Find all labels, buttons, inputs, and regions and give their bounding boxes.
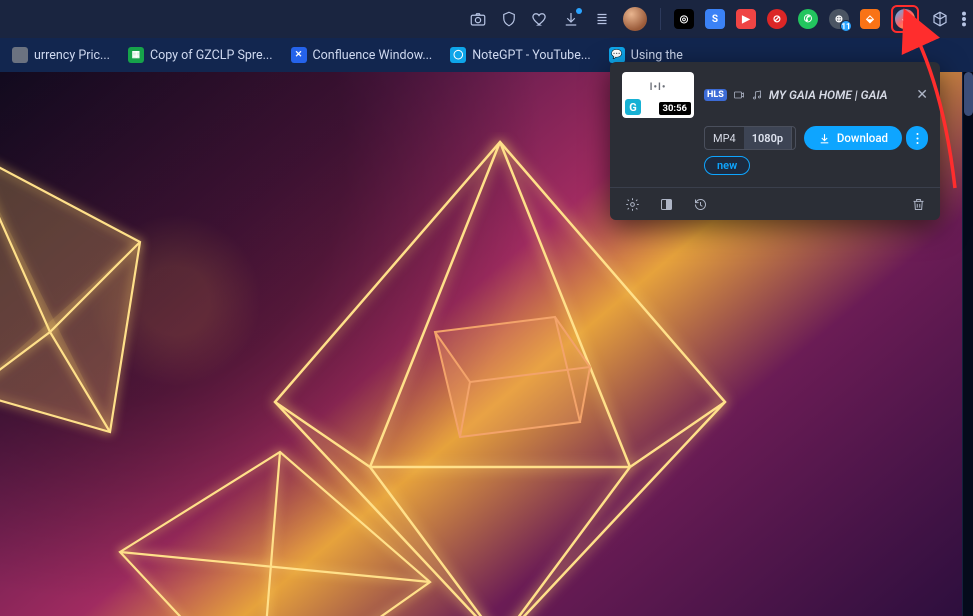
decoration-bottom-shape: [90, 432, 450, 616]
trash-icon[interactable]: [910, 196, 926, 212]
music-queue-icon[interactable]: [592, 9, 612, 29]
ext-video-downloader-highlight: ⬇: [891, 5, 919, 33]
bookmark-item[interactable]: ◯NoteGPT - YouTube...: [446, 43, 594, 67]
format-selector[interactable]: MP4 1080p: [704, 126, 796, 150]
toolbar-separator: [660, 8, 661, 30]
video-thumbnail[interactable]: I•I• G 30:56: [622, 72, 694, 118]
settings-icon[interactable]: [624, 196, 640, 212]
overflow-menu-icon[interactable]: [961, 9, 967, 29]
bookmark-label: Confluence Window...: [313, 48, 433, 63]
video-duration: 30:56: [659, 102, 691, 115]
ext-avast[interactable]: ⊕11: [829, 9, 849, 29]
close-icon[interactable]: ✕: [916, 88, 928, 102]
chevron-down-icon[interactable]: [791, 127, 796, 149]
ext-simplenote[interactable]: S: [705, 9, 725, 29]
hls-badge: HLS: [704, 89, 727, 101]
download-button[interactable]: Download: [804, 126, 902, 150]
video-title-row: HLS MY GAIA HOME | GAIA ✕: [704, 88, 928, 102]
ext-yt-enhancer[interactable]: ▶: [736, 9, 756, 29]
heart-icon[interactable]: [530, 9, 550, 29]
downloads-icon[interactable]: [561, 9, 581, 29]
profile-avatar[interactable]: [623, 7, 647, 31]
ext-avast-badge: 11: [840, 20, 852, 32]
scrollbar-thumb[interactable]: [964, 72, 973, 116]
camera-icon[interactable]: [468, 9, 488, 29]
ext-video-downloader[interactable]: ⬇: [895, 9, 915, 29]
video-title: MY GAIA HOME | GAIA: [769, 88, 910, 102]
bookmark-item[interactable]: ▦Copy of GZCLP Spre...: [124, 43, 277, 67]
download-more-button[interactable]: [906, 126, 928, 150]
bookmark-label: urrency Pric...: [34, 48, 110, 63]
video-downloader-popup: I•I• G 30:56 HLS MY GAIA HOME | GAIA ✕ M…: [610, 62, 940, 220]
ext-cube-icon[interactable]: [930, 9, 950, 29]
ext-metamask[interactable]: ⬙: [860, 9, 880, 29]
bookmark-label: Copy of GZCLP Spre...: [150, 48, 273, 63]
vertical-scrollbar[interactable]: [962, 72, 973, 616]
theme-toggle-icon[interactable]: [658, 196, 674, 212]
bookmark-label: NoteGPT - YouTube...: [472, 48, 590, 63]
media-type-icons: [733, 89, 763, 101]
shield-icon[interactable]: [499, 9, 519, 29]
thumbnail-source-badge: G: [625, 99, 641, 115]
bookmark-item[interactable]: ✕Confluence Window...: [287, 43, 437, 67]
ext-notion[interactable]: ◎: [674, 9, 694, 29]
history-icon[interactable]: [692, 196, 708, 212]
format-label: MP4: [705, 132, 744, 145]
video-icon: [733, 89, 745, 101]
audio-icon: [751, 89, 763, 101]
ext-whatsapp[interactable]: ✆: [798, 9, 818, 29]
popup-footer: [610, 187, 940, 220]
bookmark-label: Using the: [631, 48, 683, 63]
download-indicator-dot: [576, 8, 582, 14]
resolution-value: 1080p: [744, 127, 791, 149]
download-button-label: Download: [837, 131, 888, 145]
browser-toolbar: ◎ S ▶ ⊘ ✆ ⊕11 ⬙ ⬇: [0, 0, 973, 38]
new-chip[interactable]: new: [704, 156, 750, 175]
bookmark-item[interactable]: urrency Pric...: [8, 43, 114, 67]
ext-adblock[interactable]: ⊘: [767, 9, 787, 29]
thumbnail-placeholder-text: I•I•: [622, 82, 694, 93]
